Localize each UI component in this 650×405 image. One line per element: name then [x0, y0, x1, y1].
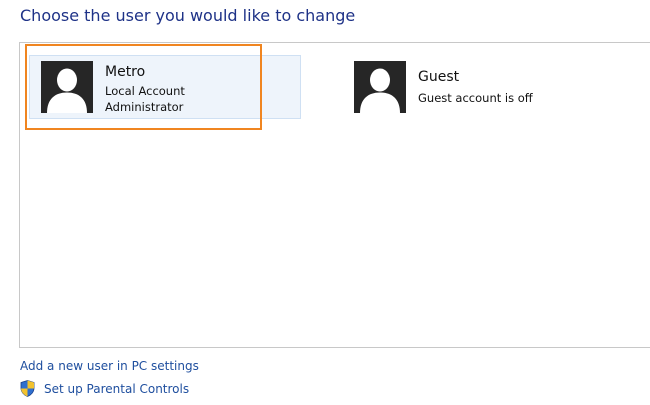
account-tile-metro[interactable]: Metro Local Account Administrator: [29, 55, 301, 119]
account-role: Administrator: [105, 100, 184, 114]
user-silhouette-icon: [354, 61, 406, 113]
parental-controls-link[interactable]: Set up Parental Controls: [44, 382, 189, 396]
user-silhouette-icon: [41, 61, 93, 113]
add-user-link[interactable]: Add a new user in PC settings: [20, 359, 199, 373]
account-name: Metro: [105, 64, 146, 80]
account-tile-guest[interactable]: Guest Guest account is off: [354, 57, 614, 121]
accounts-list: Metro Local Account Administrator Guest …: [19, 42, 650, 348]
account-name: Guest: [418, 69, 460, 85]
shield-icon: [20, 380, 35, 397]
account-type: Local Account: [105, 84, 185, 98]
page-title: Choose the user you would like to change: [20, 6, 356, 25]
account-status: Guest account is off: [418, 91, 533, 105]
